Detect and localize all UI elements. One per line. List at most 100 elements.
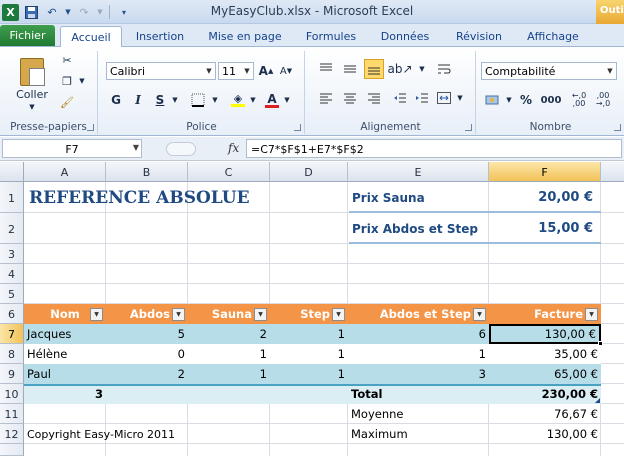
- orientation-icon[interactable]: ab↗: [387, 59, 412, 79]
- table-cell[interactable]: 2: [106, 364, 188, 384]
- undo-dropdown-icon[interactable]: ▼: [64, 3, 72, 21]
- align-center-icon[interactable]: [340, 88, 360, 108]
- underline-button[interactable]: S: [151, 91, 169, 109]
- orientation-dropdown-icon[interactable]: ▼: [418, 59, 426, 79]
- undo-icon[interactable]: ↶: [43, 3, 61, 21]
- table-cell[interactable]: 1: [348, 344, 489, 364]
- row-header-9[interactable]: 9: [0, 364, 24, 384]
- table-cell[interactable]: 1: [270, 344, 348, 364]
- paste-button[interactable]: Coller ▼: [12, 53, 52, 115]
- format-painter-icon[interactable]: 🖌: [58, 93, 76, 111]
- filter-dropdown-icon[interactable]: ▼: [473, 308, 486, 321]
- redo-dropdown-icon[interactable]: ▼: [96, 3, 104, 21]
- column-header-b[interactable]: B: [106, 162, 188, 182]
- table-cell[interactable]: Hélène: [24, 344, 106, 364]
- column-header-f[interactable]: F: [489, 162, 601, 182]
- tab-revision[interactable]: Révision: [446, 26, 512, 47]
- thousands-separator-button[interactable]: 000: [539, 91, 563, 109]
- align-right-icon[interactable]: [364, 88, 384, 108]
- column-header-c[interactable]: C: [188, 162, 270, 182]
- row-header-13[interactable]: [0, 444, 24, 456]
- align-left-icon[interactable]: [316, 88, 336, 108]
- active-cell[interactable]: 130,00 €: [489, 324, 601, 344]
- copy-icon[interactable]: ❐: [58, 72, 76, 90]
- merge-dropdown-icon[interactable]: ▼: [456, 88, 464, 108]
- font-size-select[interactable]: 11 ▼: [218, 62, 254, 80]
- contextual-tab[interactable]: Outil: [596, 0, 624, 24]
- copy-dropdown-icon[interactable]: ▼: [78, 72, 86, 90]
- sheet-title[interactable]: REFERENCE ABSOLUE: [26, 182, 346, 213]
- font-color-icon[interactable]: A: [261, 91, 283, 109]
- row-header-3[interactable]: 3: [0, 244, 24, 264]
- align-bottom-icon[interactable]: [364, 59, 384, 79]
- row-header-12[interactable]: 12: [0, 424, 24, 444]
- wrap-text-icon[interactable]: [434, 59, 454, 79]
- tab-insertion[interactable]: Insertion: [128, 26, 192, 47]
- table-cell[interactable]: 1: [270, 364, 348, 384]
- row-header-6[interactable]: 6: [0, 304, 24, 324]
- underline-dropdown-icon[interactable]: ▼: [171, 91, 179, 109]
- filter-dropdown-icon[interactable]: ▼: [172, 308, 185, 321]
- accounting-format-icon[interactable]: [483, 91, 503, 109]
- save-icon[interactable]: [22, 3, 40, 21]
- row-header-1[interactable]: 1: [0, 182, 24, 213]
- row-header-11[interactable]: 11: [0, 404, 24, 424]
- table-cell[interactable]: 0: [106, 344, 188, 364]
- borders-dropdown-icon[interactable]: ▼: [211, 91, 219, 109]
- select-all-corner[interactable]: [0, 162, 24, 182]
- table-cell[interactable]: 5: [106, 324, 188, 344]
- table-cell[interactable]: 3: [348, 364, 489, 384]
- table-cell[interactable]: Jacques: [24, 324, 106, 344]
- cut-icon[interactable]: ✂: [58, 51, 76, 69]
- table-cell[interactable]: Paul: [24, 364, 106, 384]
- borders-icon[interactable]: [187, 91, 209, 109]
- tab-fichier[interactable]: Fichier: [0, 25, 55, 46]
- excel-logo-icon[interactable]: X: [2, 3, 19, 21]
- row-header-2[interactable]: 2: [0, 213, 24, 244]
- increase-indent-icon[interactable]: [412, 88, 432, 108]
- shrink-font-icon[interactable]: A ▼: [277, 62, 295, 80]
- maximum-value[interactable]: 130,00 €: [489, 424, 601, 444]
- tab-donnees[interactable]: Données: [372, 26, 438, 47]
- count-cell[interactable]: 3: [24, 384, 106, 404]
- tab-affichage[interactable]: Affichage: [520, 26, 586, 47]
- expand-formula-icon[interactable]: [166, 142, 196, 156]
- row-header-5[interactable]: 5: [0, 284, 24, 304]
- table-cell[interactable]: 1: [270, 324, 348, 344]
- prix-sauna-value[interactable]: 20,00 €: [489, 182, 601, 213]
- accounting-dropdown-icon[interactable]: ▼: [505, 91, 513, 109]
- table-cell[interactable]: 35,00 €: [489, 344, 601, 364]
- align-top-icon[interactable]: [316, 59, 336, 79]
- total-label[interactable]: Total: [348, 384, 489, 404]
- font-launcher-icon[interactable]: [294, 124, 301, 131]
- table-cell[interactable]: 6: [348, 324, 489, 344]
- row-header-8[interactable]: 8: [0, 344, 24, 364]
- customize-qat-icon[interactable]: ▾: [115, 3, 133, 21]
- clipboard-launcher-icon[interactable]: [87, 124, 94, 131]
- align-middle-icon[interactable]: [340, 59, 360, 79]
- column-header-e[interactable]: E: [348, 162, 489, 182]
- column-header-d[interactable]: D: [270, 162, 348, 182]
- column-header-a[interactable]: A: [24, 162, 106, 182]
- tab-mise-en-page[interactable]: Mise en page: [202, 26, 288, 47]
- row-header-7[interactable]: 7: [0, 324, 24, 344]
- table-cell[interactable]: 2: [188, 324, 270, 344]
- maximum-label[interactable]: Maximum: [348, 424, 489, 444]
- filter-dropdown-icon[interactable]: ▼: [585, 308, 598, 321]
- copyright-text[interactable]: Copyright Easy-Micro 2011: [24, 424, 348, 444]
- tab-formules[interactable]: Formules: [298, 26, 364, 47]
- total-value[interactable]: 230,00 €: [489, 384, 601, 404]
- grow-font-icon[interactable]: A ▲: [257, 62, 275, 80]
- decrease-indent-icon[interactable]: [390, 88, 410, 108]
- formula-input[interactable]: =C7*$F$1+E7*$F$2: [246, 139, 622, 158]
- number-format-select[interactable]: Comptabilité ▼: [481, 62, 617, 80]
- filter-dropdown-icon[interactable]: ▼: [90, 308, 103, 321]
- number-launcher-icon[interactable]: [614, 124, 621, 131]
- fill-color-dropdown-icon[interactable]: ▼: [249, 91, 257, 109]
- prix-sauna-label[interactable]: Prix Sauna: [349, 182, 489, 213]
- prix-abdos-value[interactable]: 15,00 €: [489, 213, 601, 244]
- name-box[interactable]: F7 ▼: [2, 139, 142, 158]
- row-header-10[interactable]: 10: [0, 384, 24, 404]
- column-header-g[interactable]: [601, 162, 624, 182]
- alignment-launcher-icon[interactable]: [465, 124, 472, 131]
